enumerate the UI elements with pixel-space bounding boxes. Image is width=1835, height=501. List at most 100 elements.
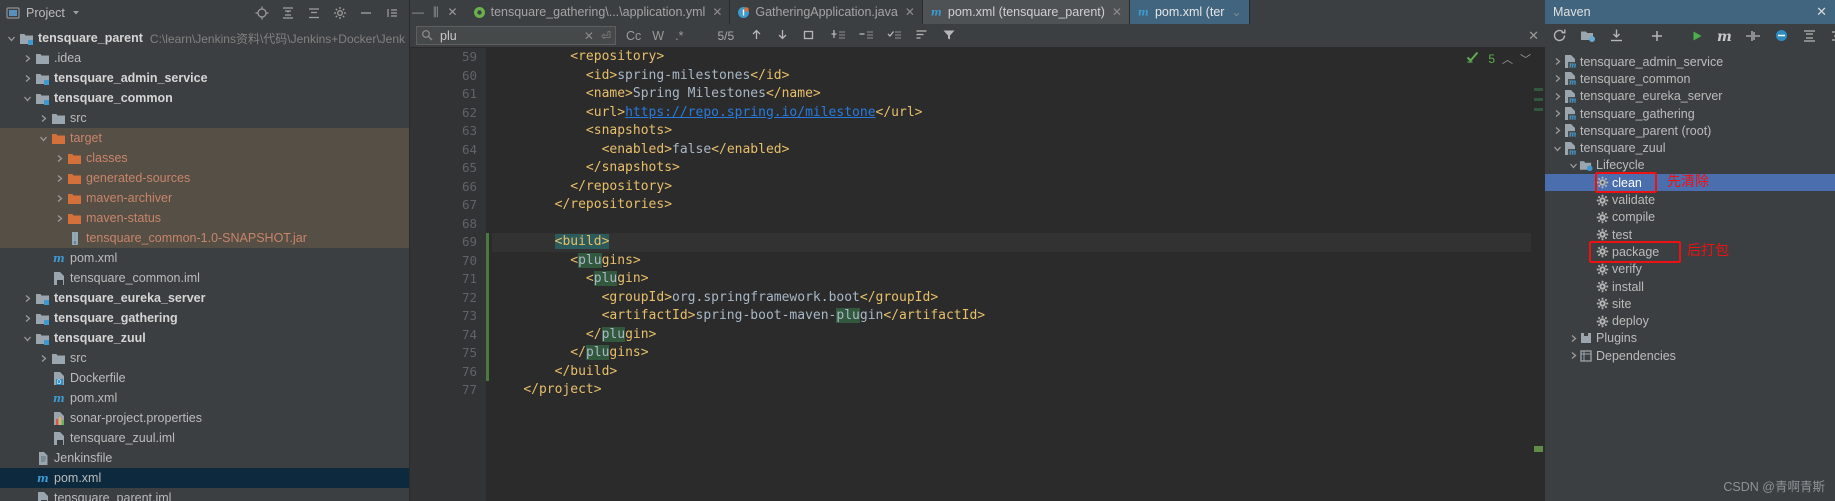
close-tab-icon[interactable]: ✕ — [712, 5, 722, 19]
chevron-right-icon[interactable] — [38, 113, 49, 124]
filter-list-icon[interactable] — [915, 28, 929, 44]
project-tree-row[interactable]: tensquare_gathering — [0, 308, 409, 328]
project-tree-row[interactable]: maven-status — [0, 208, 409, 228]
chevron-right-icon[interactable] — [1551, 56, 1563, 67]
maven-tree-row[interactable]: m tensquare_parent (root) — [1545, 122, 1835, 139]
gutter-line-number[interactable]: 69 — [410, 233, 486, 252]
code-line[interactable] — [492, 215, 1531, 234]
code-line[interactable]: </repositories> — [492, 196, 1531, 215]
close-find-icon[interactable]: ✕ — [1528, 28, 1539, 44]
regex-toggle[interactable]: .* — [675, 29, 683, 43]
chevron-right-icon[interactable] — [1567, 350, 1579, 361]
chevron-right-icon[interactable] — [1551, 91, 1563, 102]
expand-all-icon[interactable] — [1830, 29, 1835, 46]
maven-tree-row[interactable]: verify — [1545, 261, 1835, 278]
chevron-right-icon[interactable] — [22, 73, 33, 84]
project-tree-row[interactable]: tensquare_parent C:\learn\Jenkins资料\代码\Je… — [0, 28, 409, 48]
editor-tab[interactable]: m pom.xml (tensquare_parent) ✕ — [922, 0, 1130, 24]
code-line[interactable]: </plugin> — [492, 326, 1531, 345]
code-line[interactable]: </project> — [492, 381, 1531, 400]
project-tree-row[interactable]: generated-sources — [0, 168, 409, 188]
maven-tree-row[interactable]: site — [1545, 295, 1835, 312]
chevron-down-icon[interactable] — [1567, 160, 1579, 171]
run-icon[interactable] — [1690, 29, 1704, 46]
inspection-widget[interactable]: 5 ︿ ﹀ — [1466, 50, 1531, 67]
hide-icon[interactable] — [359, 6, 373, 20]
next-match-icon[interactable] — [776, 28, 789, 44]
chevron-right-icon[interactable] — [54, 213, 65, 224]
whole-words-toggle[interactable]: W — [652, 29, 664, 43]
gutter-line-number[interactable]: 67 — [410, 196, 486, 215]
code-line[interactable]: <name>Spring Milestones</name> — [492, 85, 1531, 104]
gutter-line-number[interactable]: 75 — [410, 344, 486, 363]
code-content[interactable]: <repository> <id>spring-milestones</id> … — [486, 48, 1531, 501]
gutter-line-number[interactable]: 63 — [410, 122, 486, 141]
chevron-down-icon[interactable] — [6, 33, 17, 44]
minimize-window-icon[interactable]: — — [412, 6, 424, 18]
collapse-all-icon[interactable] — [281, 6, 295, 20]
close-maven-panel-icon[interactable]: ✕ — [1816, 4, 1827, 20]
chevron-down-icon[interactable] — [22, 93, 33, 104]
project-tree-row[interactable]: .idea — [0, 48, 409, 68]
project-tree-row[interactable]: m pom.xml — [0, 468, 409, 488]
code-line[interactable]: <url>https://repo.spring.io/milestone</u… — [492, 104, 1531, 123]
clear-search-icon[interactable]: ✕ — [584, 29, 594, 43]
project-tree-row[interactable]: tensquare_common.iml — [0, 268, 409, 288]
gutter-line-number[interactable]: 71 — [410, 270, 486, 289]
maven-tree-row[interactable]: Plugins — [1545, 330, 1835, 347]
maven-tree-row[interactable]: m tensquare_gathering — [1545, 105, 1835, 122]
code-line[interactable]: <artifactId>spring-boot-maven-plugin</ar… — [492, 307, 1531, 326]
chevron-right-icon[interactable] — [54, 153, 65, 164]
inspection-next-icon[interactable]: ﹀ — [1520, 51, 1531, 67]
project-tree-row[interactable]: tensquare_eureka_server — [0, 288, 409, 308]
code-editor[interactable]: 59 60 61 62 63 64 65 66 67 68 69 70 71 72 73 74 75 76 77 <… — [410, 48, 1545, 501]
maven-tree-row[interactable]: m tensquare_zuul — [1545, 139, 1835, 156]
project-tree-row[interactable]: tensquare_admin_service — [0, 68, 409, 88]
project-tree-row[interactable]: Jenkinsfile — [0, 448, 409, 468]
gutter-line-number[interactable]: 61 — [410, 85, 486, 104]
chevron-down-icon[interactable] — [22, 333, 33, 344]
gutter-line-number[interactable]: 64 — [410, 141, 486, 160]
gutter-line-number[interactable]: 73 — [410, 307, 486, 326]
editor-scroll-markers[interactable] — [1531, 48, 1545, 501]
download-sources-icon[interactable] — [1609, 28, 1624, 46]
project-tree-row[interactable]: src — [0, 108, 409, 128]
chevron-right-icon[interactable] — [22, 313, 33, 324]
gutter-line-number[interactable]: 59 — [410, 48, 486, 67]
code-line[interactable]: </plugins> — [492, 344, 1531, 363]
code-line[interactable]: <snapshots> — [492, 122, 1531, 141]
chevron-right-icon[interactable] — [1551, 108, 1563, 119]
gutter-line-number[interactable]: 60 — [410, 67, 486, 86]
gutter-line-number[interactable]: 66 — [410, 178, 486, 197]
gutter-line-number[interactable]: 76 — [410, 363, 486, 382]
toggle-lines-icon[interactable] — [887, 28, 902, 44]
chevron-right-icon[interactable] — [1551, 125, 1563, 136]
editor-tab[interactable]: tensquare_gathering\...\application.yml ✕ — [466, 0, 731, 24]
project-tree-row[interactable]: classes — [0, 148, 409, 168]
gutter-line-number[interactable]: 65 — [410, 159, 486, 178]
maven-tree-row[interactable]: m tensquare_eureka_server — [1545, 88, 1835, 105]
code-line[interactable]: </snapshots> — [492, 159, 1531, 178]
remove-line-icon[interactable] — [859, 28, 874, 44]
split-icon[interactable]: ⫼ — [433, 6, 439, 18]
select-all-occurrences-icon[interactable] — [802, 28, 815, 44]
close-tab-icon[interactable]: ✕ — [905, 5, 915, 19]
skip-tests-icon[interactable] — [1774, 28, 1789, 46]
code-line[interactable]: <repository> — [492, 48, 1531, 67]
gutter-line-number[interactable]: 62 — [410, 104, 486, 123]
project-file-tree[interactable]: tensquare_parent C:\learn\Jenkins资料\代码\Je… — [0, 26, 409, 501]
chevron-right-icon[interactable] — [22, 53, 33, 64]
locate-icon[interactable] — [255, 6, 269, 20]
project-tree-row[interactable]: tensquare_parent.iml — [0, 488, 409, 501]
close-window-icon[interactable]: ✕ — [448, 6, 458, 18]
maven-tree-row[interactable]: m tensquare_common — [1545, 70, 1835, 87]
tab-dropdown-icon[interactable]: ⌄ — [1231, 5, 1241, 19]
project-tree-row[interactable]: sonar-project.properties — [0, 408, 409, 428]
collapse-all-icon[interactable] — [1802, 29, 1817, 46]
reload-icon[interactable] — [1552, 28, 1567, 46]
chevron-down-icon[interactable] — [38, 133, 49, 144]
execute-maven-goal-icon[interactable]: m — [1717, 29, 1732, 45]
chevron-right-icon[interactable] — [1567, 333, 1579, 344]
code-line[interactable]: <enabled>false</enabled> — [492, 141, 1531, 160]
project-tree-row[interactable]: maven-archiver — [0, 188, 409, 208]
